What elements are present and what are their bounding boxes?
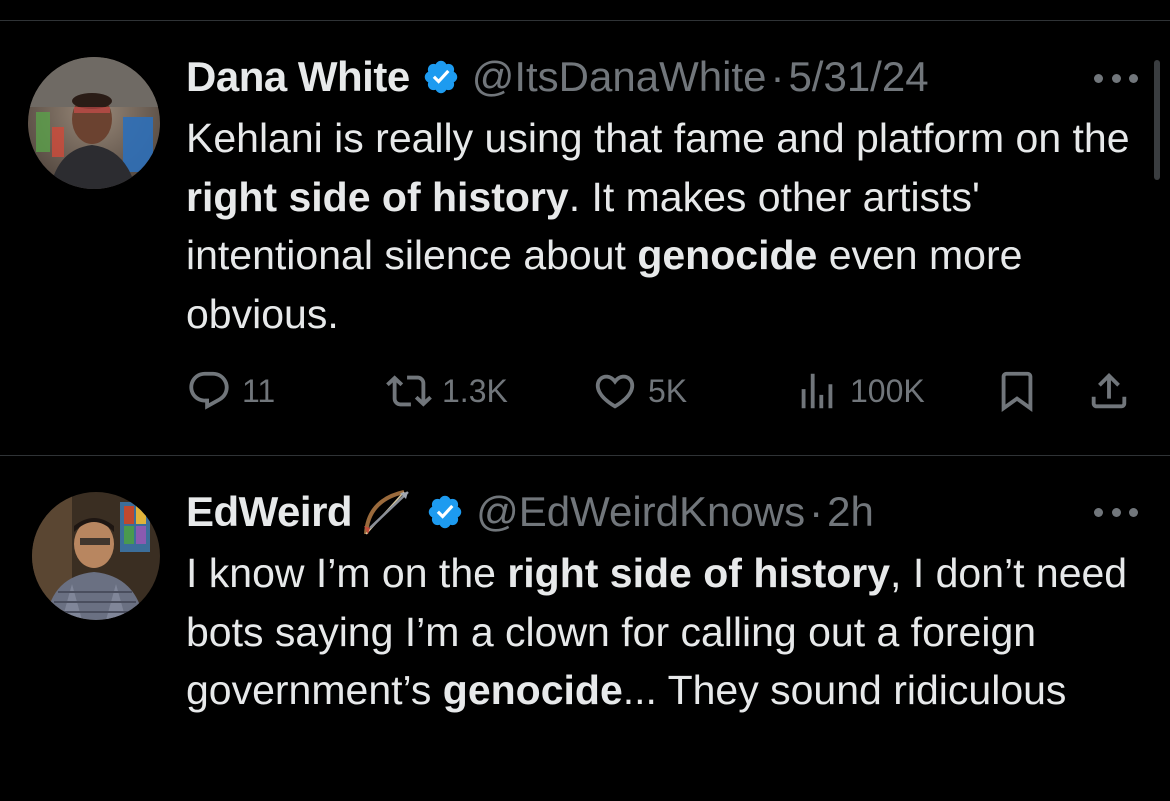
timestamp[interactable]: 2h [827, 486, 874, 538]
tweet-actions: 11 1.3K 5K 100K [186, 366, 1136, 416]
bold-text-segment: genocide [637, 232, 818, 278]
bow-and-arrow-icon [364, 490, 409, 535]
repost-count: 1.3K [442, 372, 508, 409]
author-name[interactable]: EdWeird [186, 486, 353, 538]
bold-text-segment: right side of history [186, 173, 569, 220]
timestamp[interactable]: 5/31/24 [788, 51, 928, 103]
author-handle[interactable]: @EdWeirdKnows [476, 486, 805, 538]
avatar[interactable] [32, 492, 160, 620]
repost-button[interactable]: 1.3K [386, 366, 508, 416]
reply-count: 11 [242, 372, 276, 409]
verified-badge-icon [428, 495, 462, 529]
reply-icon [189, 371, 229, 410]
avatar-image [32, 492, 160, 620]
reply-button[interactable]: 11 [186, 366, 275, 416]
views-button[interactable]: 100K [794, 366, 925, 416]
text-segment: Kehlani is really using that fame and pl… [186, 115, 1130, 161]
tweet-text: Kehlani is really using that fame and pl… [186, 109, 1146, 343]
tweet[interactable]: Dana White @ItsDanaWhite · 5/31/24 Kehla… [0, 21, 1170, 455]
avatar[interactable] [28, 57, 160, 189]
bookmark-button[interactable] [994, 366, 1040, 416]
views-count: 100K [850, 372, 925, 409]
avatar-image [28, 57, 160, 189]
tweet-header: Dana White @ItsDanaWhite · 5/31/24 [186, 51, 929, 103]
heart-icon [595, 374, 635, 409]
text-segment: I know I’m on the [186, 550, 508, 596]
bold-text-segment: genocide [442, 667, 623, 713]
like-count: 5K [648, 372, 688, 409]
repost-icon [386, 375, 432, 407]
author-handle[interactable]: @ItsDanaWhite [472, 51, 767, 103]
analytics-icon [801, 373, 833, 409]
separator-dot: · [770, 53, 785, 100]
scrollbar[interactable] [1154, 60, 1160, 180]
tweet-header: EdWeird @EdWeirdKnows · 2h [186, 486, 874, 538]
bookmark-icon [1001, 371, 1033, 412]
text-segment: ... They sound ridiculous [622, 667, 1067, 713]
like-button[interactable]: 5K [592, 366, 687, 416]
share-button[interactable] [1086, 366, 1132, 416]
more-horizontal-icon[interactable] [1094, 505, 1138, 519]
share-icon [1091, 372, 1127, 409]
tweet[interactable]: EdWeird @EdWeirdKnows · 2h I know I’m on… [0, 456, 1170, 801]
tweet-text: I know I’m on the right side of history,… [186, 544, 1146, 720]
more-horizontal-icon[interactable] [1094, 71, 1138, 85]
bold-text-segment: right side of history [507, 550, 891, 596]
separator-dot: · [809, 488, 824, 535]
author-name[interactable]: Dana White [186, 51, 410, 103]
verified-badge-icon [424, 60, 457, 94]
